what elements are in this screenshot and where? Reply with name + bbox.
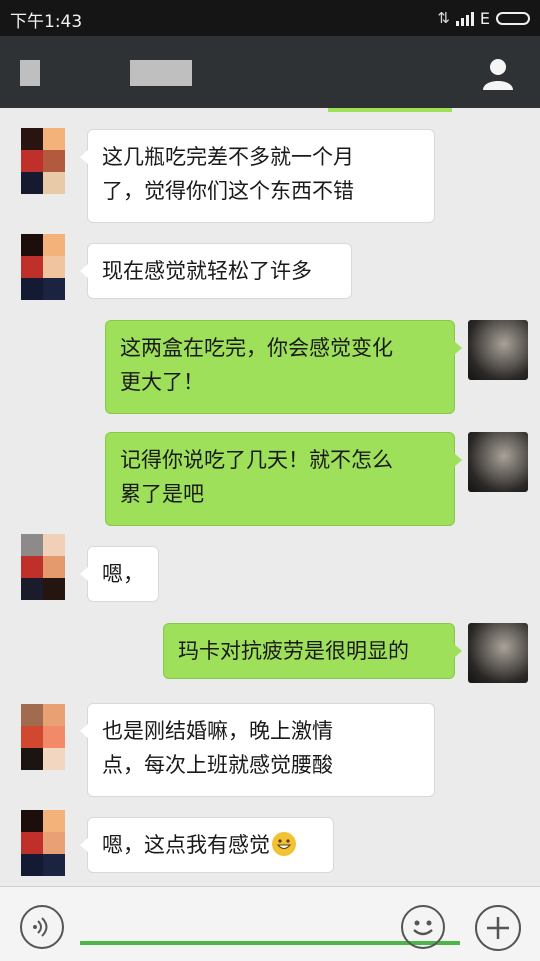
message-input-bar	[0, 886, 540, 961]
message-text: 更大了！	[120, 370, 204, 394]
message-text: 这两盒在吃完，你会感觉变化	[120, 336, 393, 360]
my-avatar[interactable]	[468, 623, 528, 683]
signal-strength-icon	[455, 10, 474, 26]
incoming-message-bubble[interactable]: 嗯，	[80, 546, 159, 602]
status-time: 下午1:43	[10, 12, 83, 32]
scrolled-message-bubble	[328, 108, 452, 112]
person-icon[interactable]	[480, 56, 516, 92]
outgoing-message-bubble[interactable]: 玛卡对抗疲劳是很明显的	[163, 623, 462, 679]
incoming-message-bubble[interactable]: 也是刚结婚嘛，晚上激情 点，每次上班就感觉腰酸	[80, 703, 435, 797]
contact-avatar[interactable]	[21, 128, 65, 194]
incoming-message-bubble[interactable]: 现在感觉就轻松了许多	[80, 243, 352, 299]
outgoing-message-bubble[interactable]: 这两盒在吃完，你会感觉变化 更大了！	[105, 320, 462, 414]
message-text: 这几瓶吃完差不多就一个月	[102, 145, 354, 169]
outgoing-message-bubble[interactable]: 记得你说吃了几天！就不怎么 累了是吧	[105, 432, 462, 526]
message-text: 现在感觉就轻松了许多	[102, 259, 312, 283]
incoming-message-bubble[interactable]: 这几瓶吃完差不多就一个月 了，觉得你们这个东西不错	[80, 129, 435, 223]
status-indicators: ⇅ E	[437, 8, 530, 28]
contact-name-blurred	[130, 60, 192, 86]
message-text: 记得你说吃了几天！就不怎么	[120, 448, 393, 472]
data-activity-icon: ⇅	[437, 9, 450, 27]
message-text: 也是刚结婚嘛，晚上激情	[102, 719, 333, 743]
my-avatar[interactable]	[468, 320, 528, 380]
grinning-face-emoji	[272, 832, 296, 856]
contact-avatar[interactable]	[21, 534, 65, 600]
contact-avatar[interactable]	[21, 234, 65, 300]
status-bar: 下午1:43 ⇅ E	[0, 0, 540, 36]
plus-icon[interactable]	[475, 905, 521, 951]
network-type: E	[479, 8, 490, 28]
message-text: 嗯，	[102, 562, 144, 586]
contact-name-blurred	[20, 60, 40, 86]
chat-message-list[interactable]: 这几瓶吃完差不多就一个月 了，觉得你们这个东西不错 现在感觉就轻松了许多 这两盒…	[0, 108, 540, 886]
message-text: 累了是吧	[120, 482, 204, 506]
contact-avatar[interactable]	[21, 810, 65, 876]
voice-icon[interactable]	[20, 905, 64, 949]
message-text: 玛卡对抗疲劳是很明显的	[178, 639, 409, 663]
chat-header	[0, 36, 540, 108]
message-text: 嗯，这点我有感觉	[102, 833, 270, 857]
battery-icon	[496, 11, 530, 25]
emoji-icon[interactable]	[401, 905, 445, 949]
my-avatar[interactable]	[468, 432, 528, 492]
message-text: 点，每次上班就感觉腰酸	[102, 753, 333, 777]
message-text: 了，觉得你们这个东西不错	[102, 179, 354, 203]
contact-avatar[interactable]	[21, 704, 65, 770]
incoming-message-bubble[interactable]: 嗯，这点我有感觉	[80, 817, 334, 873]
